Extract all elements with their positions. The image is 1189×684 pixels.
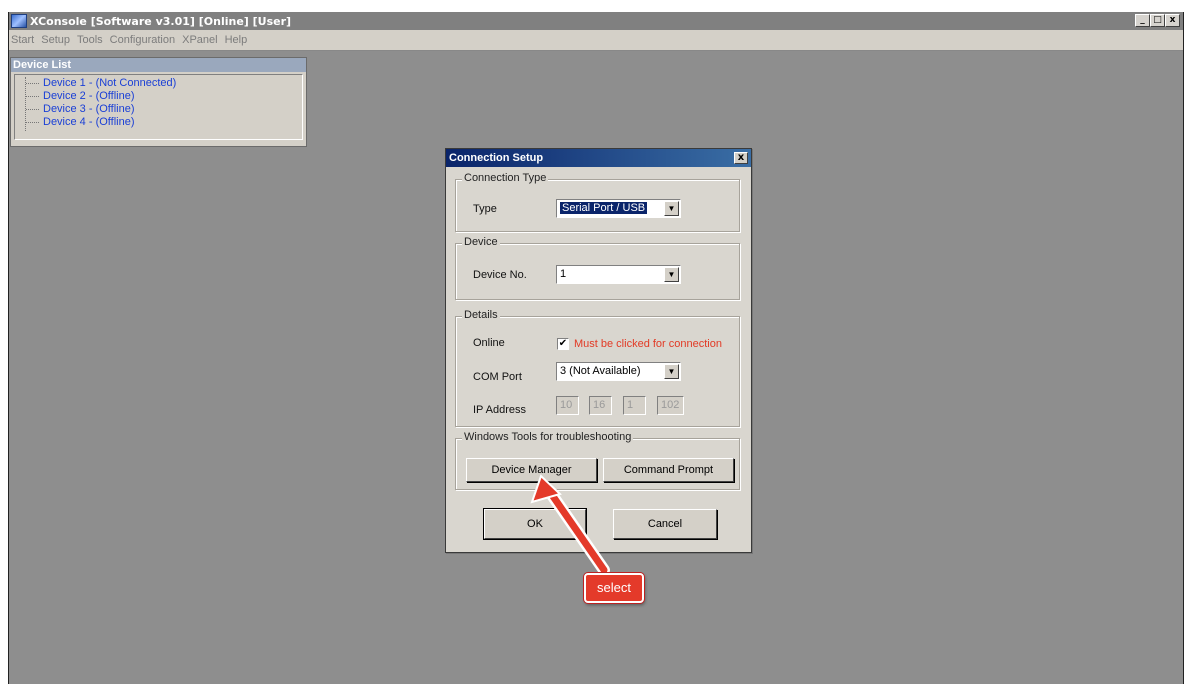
device-manager-button[interactable]: Device Manager [466,458,597,482]
device-tree-item[interactable]: Device 3 - (Offline) [15,103,302,116]
connection-setup-dialog: Connection Setup x Connection Type Type … [445,148,752,553]
online-note: Must be clicked for connection [574,338,722,350]
connection-type-select[interactable]: Serial Port / USB ▼ [556,199,681,218]
com-port-value: 3 (Not Available) [560,365,641,377]
device-tree-item[interactable]: Device 2 - (Offline) [15,90,302,103]
group-label: Device [462,236,500,248]
com-port-select[interactable]: 3 (Not Available) ▼ [556,362,681,381]
device-tree-item[interactable]: Device 1 - (Not Connected) [15,77,302,90]
group-label: Windows Tools for troubleshooting [462,431,634,443]
connection-type-value: Serial Port / USB [560,202,648,214]
menu-tools[interactable]: Tools [77,34,103,46]
ip-octet-4: 102 [657,396,684,415]
group-label: Connection Type [462,172,549,184]
window-controls: _ □ x [1135,14,1180,27]
menu-help[interactable]: Help [225,34,248,46]
online-checkbox[interactable]: ✔ [557,338,569,350]
menu-setup[interactable]: Setup [41,34,70,46]
ip-octet-1: 10 [556,396,579,415]
menu-start[interactable]: Start [11,34,34,46]
online-label: Online [473,337,505,349]
device-no-select[interactable]: 1 ▼ [556,265,681,284]
command-prompt-button[interactable]: Command Prompt [603,458,734,482]
type-label: Type [473,203,497,215]
minimize-button[interactable]: _ [1135,14,1150,27]
chevron-down-icon[interactable]: ▼ [664,364,679,379]
menu-configuration[interactable]: Configuration [110,34,175,46]
group-label: Details [462,309,500,321]
menu-bar: Start Setup Tools Configuration XPanel H… [9,30,1183,51]
title-bar: XConsole [Software v3.01] [Online] [User… [9,12,1183,30]
device-tree-item[interactable]: Device 4 - (Offline) [15,116,302,129]
device-group: Device Device No. 1 ▼ [455,236,740,300]
ip-address-label: IP Address [473,404,526,416]
com-port-label: COM Port [473,371,522,383]
dialog-close-button[interactable]: x [734,152,748,164]
chevron-down-icon[interactable]: ▼ [664,267,679,282]
ip-octet-2: 16 [589,396,612,415]
device-tree: Device 1 - (Not Connected) Device 2 - (O… [14,74,303,140]
connection-type-group: Connection Type Type Serial Port / USB ▼ [455,172,740,232]
chevron-down-icon[interactable]: ▼ [664,201,679,216]
dialog-title-bar: Connection Setup x [446,149,751,167]
app-logo-icon [11,14,27,28]
details-group: Details Online ✔ Must be clicked for con… [455,309,740,427]
ok-button[interactable]: OK [483,508,587,540]
dialog-title: Connection Setup [449,152,544,164]
ip-octet-3: 1 [623,396,646,415]
select-callout: select [584,573,644,603]
device-no-label: Device No. [473,269,527,281]
app-title: XConsole [Software v3.01] [Online] [User… [30,14,292,28]
menu-xpanel[interactable]: XPanel [182,34,217,46]
device-list-panel: Device List Device 1 - (Not Connected) D… [10,57,307,147]
device-no-value: 1 [560,268,567,280]
windows-tools-group: Windows Tools for troubleshooting Device… [455,431,740,490]
maximize-button[interactable]: □ [1150,14,1165,27]
cancel-button[interactable]: Cancel [613,509,717,539]
close-button[interactable]: x [1165,14,1180,27]
device-list-header: Device List [11,58,306,72]
